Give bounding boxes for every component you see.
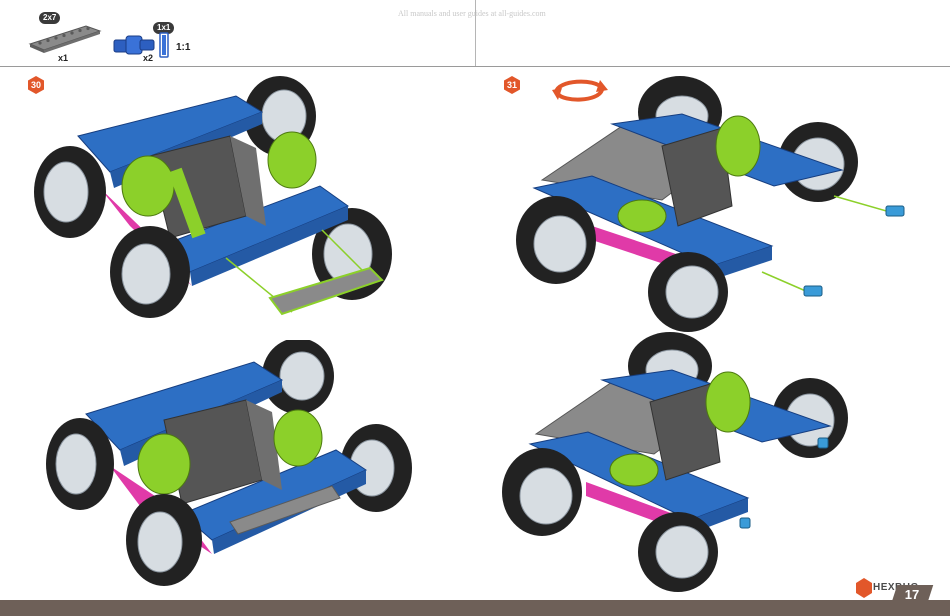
part-qty-connector: x2 <box>143 53 154 63</box>
hexagon-icon <box>856 578 872 598</box>
scale-ratio: 1:1 <box>176 42 191 53</box>
step-30-assembly-exploded <box>34 76 392 318</box>
page-number: 17 <box>904 587 920 602</box>
parts-bar: All manuals and user guides at all-guide… <box>0 0 950 67</box>
watermark: All manuals and user guides at all-guide… <box>398 9 546 18</box>
part-qty-beam: x1 <box>58 53 69 63</box>
page-number-box: 17 <box>890 585 934 605</box>
beam-2x7-icon <box>28 25 102 53</box>
step-30-assembly-complete <box>46 340 412 586</box>
step-31-assembly-complete <box>502 332 848 592</box>
footer-bar <box>0 600 950 616</box>
step-31-assembly-exploded <box>516 76 905 332</box>
